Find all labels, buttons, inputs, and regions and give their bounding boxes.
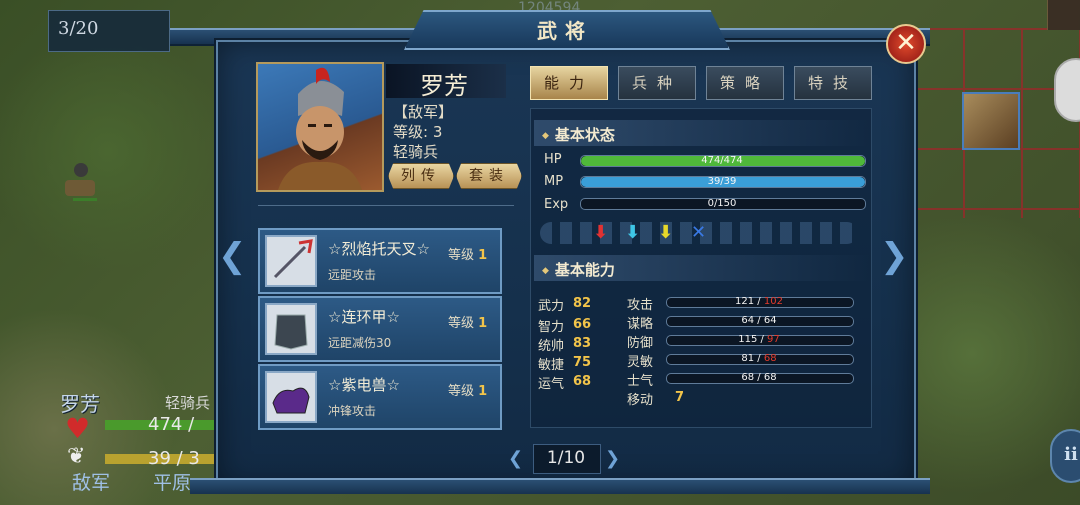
dialog-title: 武将 xyxy=(537,19,593,43)
equipment-level: 等级 1 xyxy=(448,248,488,263)
left-divider xyxy=(258,205,514,206)
general-portrait xyxy=(256,62,384,192)
derived-value: 64 / 64 xyxy=(741,315,777,326)
exp-label: Exp xyxy=(544,197,569,212)
trident-icon xyxy=(265,235,317,287)
heart-icon: ♥ xyxy=(65,412,91,445)
bottom-unit-mp: 39 / 3 xyxy=(148,448,200,469)
general-level: 等级: 3 xyxy=(393,123,443,141)
dialog-bottom-rail xyxy=(190,478,930,494)
equipment-level: 等级 1 xyxy=(448,316,488,331)
equipment-name: ☆紫电兽☆ xyxy=(328,376,400,394)
tab-ability[interactable]: 能力 xyxy=(530,66,608,100)
cyan-down-arrow-icon: ⬇ xyxy=(625,222,641,243)
bottom-unit-side: 敌军 xyxy=(72,472,111,494)
general-name: 罗芳 xyxy=(420,72,468,100)
prev-general-arrow-icon[interactable]: ❮ xyxy=(218,236,247,276)
page-indicator: 1/10 xyxy=(546,448,586,468)
attr-value: 68 xyxy=(573,374,592,389)
derived-value: 115 / 97 xyxy=(738,334,780,345)
equipment-name: ☆烈焰托天叉☆ xyxy=(328,240,430,258)
attr-label: 武力 xyxy=(538,299,565,314)
equipment-desc: 冲锋攻击 xyxy=(328,404,377,418)
equipment-name: ☆连环甲☆ xyxy=(328,308,400,326)
attr-value: 66 xyxy=(573,317,592,332)
derived-label: 灵敏 xyxy=(627,355,654,370)
info-button[interactable]: ii xyxy=(1050,429,1080,483)
equipment-desc: 远距减伤30 xyxy=(328,336,392,350)
move-value: 7 xyxy=(675,390,685,405)
bottom-unit-terrain: 平原 xyxy=(153,472,192,494)
close-button[interactable]: ✕ xyxy=(886,24,926,64)
derived-value: 121 / 102 xyxy=(735,296,783,307)
equipment-slot-armor[interactable]: ☆连环甲☆ 等级 1 远距减伤30 xyxy=(258,296,502,362)
mp-label: MP xyxy=(544,174,564,189)
cavalry-unit-icon xyxy=(65,163,97,201)
red-down-arrow-icon: ⬇ xyxy=(593,222,609,243)
derived-label: 攻击 xyxy=(627,298,654,313)
page-next-icon[interactable]: ❯ xyxy=(605,448,620,469)
map-unit-left[interactable] xyxy=(55,158,101,204)
attr-label: 运气 xyxy=(538,377,565,392)
hp-label: HP xyxy=(544,152,562,167)
general-side: 【敌军】 xyxy=(393,103,454,121)
derived-label: 谋略 xyxy=(627,317,654,332)
feather-icon: ❦ xyxy=(67,444,86,469)
page-prev-icon[interactable]: ❮ xyxy=(508,448,523,469)
armor-icon xyxy=(265,303,317,355)
tab-skill[interactable]: 特技 xyxy=(794,66,872,100)
equipment-slot-weapon[interactable]: ☆烈焰托天叉☆ 等级 1 远距攻击 xyxy=(258,228,502,294)
top-right-corner-panel xyxy=(1047,0,1080,30)
move-label: 移动 xyxy=(627,393,654,408)
beast-mount-icon xyxy=(265,371,317,423)
attr-label: 敏捷 xyxy=(538,358,565,373)
outfit-button[interactable]: 套装 xyxy=(456,163,522,189)
basic-status-title: 基本状态 xyxy=(542,124,615,145)
close-icon: ✕ xyxy=(895,28,917,58)
bottom-unit-class: 轻骑兵 xyxy=(165,394,211,412)
attr-value: 75 xyxy=(573,355,592,370)
turn-counter: 3/20 xyxy=(58,18,99,39)
equipment-level: 等级 1 xyxy=(448,384,488,399)
derived-label: 士气 xyxy=(627,374,654,389)
attr-value: 82 xyxy=(573,296,592,311)
derived-label: 防御 xyxy=(627,336,654,351)
equipment-desc: 远距攻击 xyxy=(328,268,377,282)
attr-value: 83 xyxy=(573,336,592,351)
tab-troop[interactable]: 兵种 xyxy=(618,66,696,100)
blue-cross-icon: ✕ xyxy=(691,222,707,243)
next-general-arrow-icon[interactable]: ❯ xyxy=(880,236,909,276)
hp-value: 474/474 xyxy=(701,155,743,166)
mp-value: 39/39 xyxy=(707,176,737,187)
map-unit-right[interactable] xyxy=(962,92,1020,150)
basic-ability-title: 基本能力 xyxy=(542,259,615,280)
biography-button[interactable]: 列传 xyxy=(388,163,454,189)
derived-value: 68 / 68 xyxy=(741,372,777,383)
tab-strategy[interactable]: 策略 xyxy=(706,66,784,100)
side-scroll-handle[interactable] xyxy=(1054,58,1080,122)
yellow-down-arrow-icon: ⬇ xyxy=(658,222,674,243)
attr-label: 统帅 xyxy=(538,339,565,354)
attr-label: 智力 xyxy=(538,320,565,335)
bottom-unit-hp: 474 / xyxy=(148,414,195,435)
general-class: 轻骑兵 xyxy=(393,143,439,161)
derived-value: 81 / 68 xyxy=(741,353,777,364)
equipment-slot-mount[interactable]: ☆紫电兽☆ 等级 1 冲锋攻击 xyxy=(258,364,502,430)
portrait-image xyxy=(278,67,362,190)
exp-value: 0/150 xyxy=(707,198,737,209)
